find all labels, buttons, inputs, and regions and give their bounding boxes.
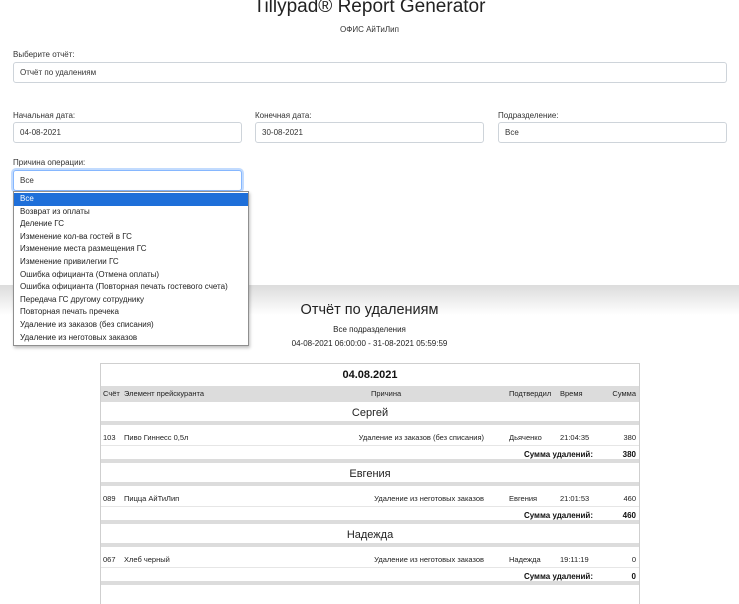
- total-value: 0: [631, 572, 636, 581]
- total-label: Сумма удалений:: [523, 511, 593, 520]
- cell-item: Хлеб черный: [124, 555, 170, 564]
- reason-option[interactable]: Изменение привилегии ГС: [14, 256, 248, 269]
- col-confirmed: Подтвердил: [509, 389, 552, 398]
- reason-option[interactable]: Удаление из заказов (без списания): [14, 319, 248, 332]
- reason-label: Причина операции:: [13, 158, 86, 167]
- reason-option[interactable]: Повторная печать пречека: [14, 306, 248, 319]
- end-date-input[interactable]: 30-08-2021: [255, 122, 484, 143]
- total-value: 380: [622, 450, 636, 459]
- col-reason: Причина: [371, 389, 402, 398]
- report-select-label: Выберите отчёт:: [13, 50, 75, 59]
- col-check: Счёт: [103, 389, 120, 398]
- report-select[interactable]: Отчёт по удалениям: [13, 62, 727, 83]
- cell-time: 21:04:35: [560, 433, 590, 442]
- start-date-label: Начальная дата:: [13, 111, 76, 120]
- start-date-input[interactable]: 04-08-2021: [13, 122, 242, 143]
- cell-sum: 0: [631, 555, 636, 564]
- cell-reason: Удаление из неготовых заказов: [374, 494, 484, 503]
- group-header: Сергей: [101, 402, 639, 425]
- reason-option[interactable]: Все: [14, 193, 248, 206]
- cell-time: 19:11:19: [560, 555, 589, 564]
- cell-confirmed: Надежда: [509, 555, 541, 564]
- cell-reason: Удаление из неготовых заказов: [374, 555, 484, 564]
- table-row: 089 Пицца АйТиЛип Удаление из неготовых …: [101, 490, 639, 507]
- group-total: Сумма удалений: 460: [101, 507, 639, 524]
- cell-item: Пиво Гиннесс 0,5л: [124, 433, 189, 442]
- cell-check: 089: [103, 494, 116, 503]
- report-date: 04.08.2021: [342, 369, 398, 381]
- group-total: Сумма удалений: 0: [101, 568, 639, 585]
- reason-option[interactable]: Ошибка официанта (Повторная печать госте…: [14, 281, 248, 294]
- reason-select[interactable]: Все: [13, 170, 242, 191]
- reason-option[interactable]: Изменение кол-ва гостей в ГС: [14, 231, 248, 244]
- col-sum: Сумма: [612, 389, 636, 398]
- app-subtitle: ОФИС АйТиЛип: [340, 25, 399, 34]
- cell-sum: 380: [623, 433, 636, 442]
- cell-confirmed: Евгения: [509, 494, 538, 503]
- cell-confirmed: Дьяченко: [509, 433, 542, 442]
- total-value: 460: [622, 511, 636, 520]
- reason-option[interactable]: Деление ГС: [14, 218, 248, 231]
- reason-option[interactable]: Передача ГС другому сотруднику: [14, 294, 248, 307]
- division-select[interactable]: Все: [498, 122, 727, 143]
- col-time: Время: [560, 389, 583, 398]
- cell-sum: 460: [623, 494, 636, 503]
- cell-reason: Удаление из заказов (без списания): [358, 433, 484, 442]
- division-label: Подразделение:: [498, 111, 559, 120]
- cell-item: Пицца АйТиЛип: [124, 494, 180, 503]
- cell-check: 103: [103, 433, 116, 442]
- reason-option[interactable]: Ошибка официанта (Отмена оплаты): [14, 269, 248, 282]
- reason-option[interactable]: Удаление из неготовых заказов: [14, 332, 248, 345]
- app-title: Tillypad® Report Generator: [253, 0, 486, 17]
- reason-option[interactable]: Возврат из оплаты: [14, 206, 248, 219]
- total-label: Сумма удалений:: [523, 572, 593, 581]
- end-date-label: Конечная дата:: [255, 111, 312, 120]
- cell-time: 21:01:53: [560, 494, 590, 503]
- cell-check: 067: [103, 555, 116, 564]
- reason-dropdown-list[interactable]: Все Возврат из оплаты Деление ГС Изменен…: [13, 191, 249, 347]
- group-header: Евгения: [101, 463, 639, 486]
- table-row: 067 Хлеб черный Удаление из неготовых за…: [101, 551, 639, 568]
- reason-option[interactable]: Изменение места размещения ГС: [14, 243, 248, 256]
- report-table: 04.08.2021 Счёт Элемент прейскуранта При…: [100, 363, 640, 604]
- total-label: Сумма удалений:: [523, 450, 593, 459]
- group-total: Сумма удалений: 380: [101, 446, 639, 463]
- group-header: Надежда: [101, 524, 639, 547]
- table-header: Счёт Элемент прейскуранта Причина Подтве…: [101, 386, 639, 402]
- table-row: 103 Пиво Гиннесс 0,5л Удаление из заказо…: [101, 429, 639, 446]
- col-item: Элемент прейскуранта: [124, 389, 205, 398]
